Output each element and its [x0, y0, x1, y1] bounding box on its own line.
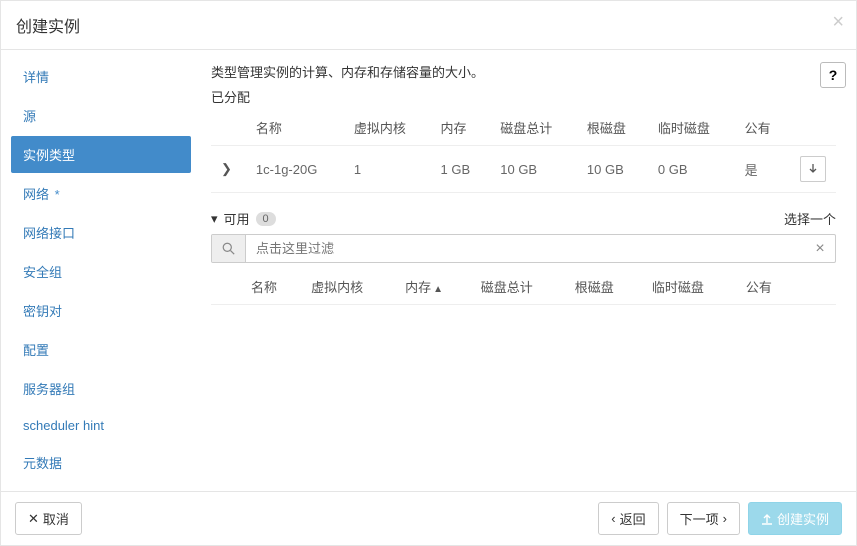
- chevron-right-icon: ›: [723, 511, 727, 526]
- col-ephemeral[interactable]: 临时磁盘: [648, 110, 735, 146]
- modal-header: 创建实例 ×: [1, 1, 856, 50]
- deallocate-button[interactable]: [800, 156, 826, 182]
- close-icon[interactable]: ×: [832, 11, 844, 34]
- col-public[interactable]: 公有: [736, 269, 796, 305]
- cell-ram: 1 GB: [431, 146, 491, 193]
- sidebar-item-label: 源: [23, 109, 36, 124]
- upload-icon: [761, 513, 773, 525]
- cancel-button[interactable]: ✕ 取消: [15, 502, 82, 535]
- col-root-disk[interactable]: 根磁盘: [565, 269, 642, 305]
- chevron-left-icon: ‹: [611, 511, 615, 526]
- sidebar-item-keypair[interactable]: 密钥对: [11, 292, 191, 329]
- sidebar: 详情 源 实例类型 网络 * 网络接口 安全组 密钥对 配置 服务器组 sche…: [1, 50, 201, 491]
- allocated-table: 名称 虚拟内核 内存 磁盘总计 根磁盘 临时磁盘 公有 ❯ 1c-1g-20G: [211, 110, 836, 193]
- sidebar-item-flavor[interactable]: 实例类型: [11, 136, 191, 173]
- arrow-down-icon: [808, 164, 818, 174]
- sidebar-item-label: 配置: [23, 343, 49, 358]
- available-toggle[interactable]: ▾ 可用 0: [211, 209, 276, 228]
- modal-body: 详情 源 实例类型 网络 * 网络接口 安全组 密钥对 配置 服务器组 sche…: [1, 50, 856, 491]
- allocated-row: ❯ 1c-1g-20G 1 1 GB 10 GB 10 GB 0 GB 是: [211, 146, 836, 193]
- modal-create-instance: 创建实例 × 详情 源 实例类型 网络 * 网络接口 安全组 密钥对 配置 服务…: [0, 0, 857, 546]
- sidebar-item-source[interactable]: 源: [11, 97, 191, 134]
- sidebar-item-label: 实例类型: [23, 148, 75, 163]
- content-panel: 类型管理实例的计算、内存和存储容量的大小。 ? 已分配 名称 虚拟内核 内存 磁…: [201, 50, 856, 491]
- sidebar-item-server-groups[interactable]: 服务器组: [11, 370, 191, 407]
- sort-asc-icon: ▲: [433, 284, 443, 295]
- sidebar-item-network-ports[interactable]: 网络接口: [11, 214, 191, 251]
- sidebar-item-label: 网络: [23, 187, 49, 202]
- sidebar-item-network[interactable]: 网络 *: [11, 175, 191, 212]
- cell-public: 是: [735, 146, 790, 193]
- cell-name: 1c-1g-20G: [246, 146, 344, 193]
- sidebar-item-scheduler-hint[interactable]: scheduler hint: [11, 409, 191, 442]
- sidebar-item-label: 安全组: [23, 265, 62, 280]
- close-icon: ✕: [28, 511, 39, 527]
- available-count-badge: 0: [256, 212, 276, 226]
- col-ephemeral[interactable]: 临时磁盘: [642, 269, 736, 305]
- sidebar-item-label: 密钥对: [23, 304, 62, 319]
- cell-total-disk: 10 GB: [490, 146, 577, 193]
- col-ram[interactable]: 内存▲: [395, 269, 471, 305]
- col-total-disk[interactable]: 磁盘总计: [471, 269, 565, 305]
- search-icon: [212, 235, 246, 262]
- sidebar-item-security-groups[interactable]: 安全组: [11, 253, 191, 290]
- col-root-disk[interactable]: 根磁盘: [577, 110, 648, 146]
- sidebar-item-configuration[interactable]: 配置: [11, 331, 191, 368]
- col-vcpus[interactable]: 虚拟内核: [301, 269, 395, 305]
- cell-vcpus: 1: [344, 146, 431, 193]
- modal-footer: ✕ 取消 ‹ 返回 下一项 › 创建实例: [1, 491, 856, 545]
- help-icon[interactable]: ?: [820, 62, 846, 88]
- sidebar-item-label: 网络接口: [23, 226, 75, 241]
- col-name[interactable]: 名称: [241, 269, 301, 305]
- back-button[interactable]: ‹ 返回: [598, 502, 658, 535]
- cell-root-disk: 10 GB: [577, 146, 648, 193]
- available-table: 名称 虚拟内核 内存▲ 磁盘总计 根磁盘 临时磁盘 公有: [211, 269, 836, 305]
- sidebar-item-metadata[interactable]: 元数据: [11, 444, 191, 481]
- allocated-header-row: 名称 虚拟内核 内存 磁盘总计 根磁盘 临时磁盘 公有: [211, 110, 836, 146]
- content-description: 类型管理实例的计算、内存和存储容量的大小。: [211, 62, 836, 81]
- col-name[interactable]: 名称: [246, 110, 344, 146]
- col-public[interactable]: 公有: [735, 110, 790, 146]
- sidebar-item-label: scheduler hint: [23, 418, 104, 433]
- cell-ephemeral: 0 GB: [648, 146, 735, 193]
- next-button[interactable]: 下一项 ›: [667, 502, 740, 535]
- sidebar-item-details[interactable]: 详情: [11, 58, 191, 95]
- chevron-down-icon: ▾: [211, 211, 218, 227]
- modal-title: 创建实例: [16, 13, 841, 37]
- filter-input[interactable]: [246, 235, 805, 262]
- clear-filter-icon[interactable]: ×: [805, 235, 835, 262]
- sidebar-item-label: 服务器组: [23, 382, 75, 397]
- create-instance-button[interactable]: 创建实例: [748, 502, 842, 535]
- col-ram[interactable]: 内存: [431, 110, 491, 146]
- required-star-icon: *: [51, 187, 60, 202]
- col-total-disk[interactable]: 磁盘总计: [490, 110, 577, 146]
- select-one-hint: 选择一个: [784, 209, 836, 228]
- allocated-label: 已分配: [211, 87, 836, 106]
- available-header-row: 名称 虚拟内核 内存▲ 磁盘总计 根磁盘 临时磁盘 公有: [211, 269, 836, 305]
- available-label: 可用: [224, 209, 250, 228]
- sidebar-item-label: 元数据: [23, 456, 62, 471]
- sidebar-item-label: 详情: [23, 70, 49, 85]
- expand-row-icon[interactable]: ❯: [221, 161, 232, 176]
- col-vcpus[interactable]: 虚拟内核: [344, 110, 431, 146]
- filter-bar: ×: [211, 234, 836, 263]
